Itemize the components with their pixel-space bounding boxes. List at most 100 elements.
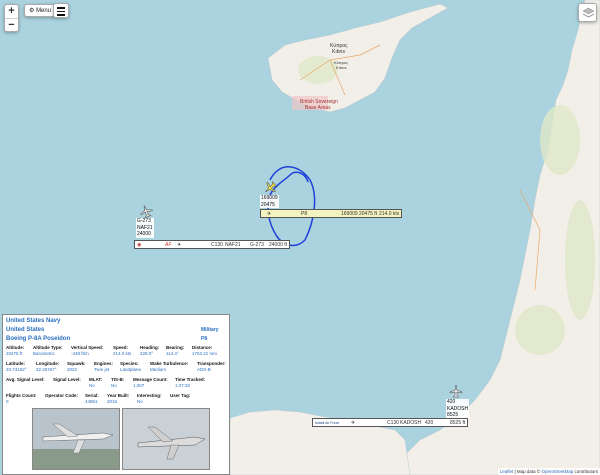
- field-label: Serial:: [85, 393, 99, 398]
- aircraft-photo-image: [33, 409, 119, 469]
- aircraft-model: Boeing P-8A Poseidon: [6, 336, 71, 342]
- label-line: 24000: [137, 231, 151, 237]
- field-value: No: [89, 383, 95, 388]
- field-value: Barometric: [33, 351, 55, 356]
- category-badge: Military: [201, 327, 219, 333]
- label-line: 169009: [261, 195, 278, 201]
- track-strip-g273[interactable]: ◉ AF ✈ C130 NAF21 G-273 24000 ft: [134, 240, 290, 249]
- track-type: C130: [387, 420, 399, 426]
- field-label: Species:: [120, 361, 139, 366]
- field-label: Latitude:: [6, 361, 25, 366]
- menu-button[interactable]: ⚙ Menu: [24, 4, 57, 17]
- track-speed: 214.0 kts: [379, 211, 400, 217]
- label-cyprus-tr: Kıbrıs: [332, 49, 346, 55]
- zoom-control: + −: [4, 4, 19, 32]
- layers-icon: [582, 7, 595, 18]
- field-value: 1,007: [133, 383, 145, 388]
- track-alt: 24000 ft: [269, 242, 288, 248]
- track-strip-p8[interactable]: ✈ P8 169009 20475 ft 214.0 kts: [260, 209, 402, 218]
- field-label: Vertical Speed:: [71, 345, 104, 350]
- field-label: Altitude Type:: [33, 345, 63, 350]
- osm-link[interactable]: OpenStreetMap: [541, 469, 573, 474]
- field-value: Medium: [150, 367, 167, 372]
- field-label: Distance:: [192, 345, 213, 350]
- aircraft-label-p8[interactable]: 169009 20475: [260, 195, 279, 208]
- field-value: -448 ft/m: [71, 351, 89, 356]
- zoom-in-button[interactable]: +: [5, 5, 18, 18]
- track-callsign: KADOSH: [400, 420, 422, 426]
- operator-country: United States: [6, 327, 45, 333]
- field-value: 1:27:32: [175, 383, 191, 388]
- field-label: Avg. Signal Level:: [6, 377, 45, 382]
- label-line: G-273: [137, 218, 151, 224]
- field-label: Squawk:: [67, 361, 86, 366]
- field-label: MLAT:: [89, 377, 103, 382]
- track-type: P8: [301, 211, 308, 217]
- field-value: 1762.21 nmi: [192, 351, 217, 356]
- field-label: Operator Code:: [45, 393, 79, 398]
- plane-silhouette-icon: ✈: [351, 420, 356, 426]
- label-cyprus-city-tr: Kıbrıs: [336, 65, 346, 70]
- track-alt: 8525 ft: [450, 420, 466, 426]
- attribution-contrib: contributors: [573, 469, 598, 474]
- label-line: 20475: [261, 201, 275, 208]
- field-label: Signal Level:: [53, 377, 81, 382]
- field-value: 32.26767°: [36, 367, 57, 372]
- field-value: 2022: [67, 367, 78, 372]
- aircraft-photo-image: [123, 409, 209, 469]
- field-label: Transponder:: [197, 361, 226, 366]
- list-toggle-button[interactable]: [53, 3, 69, 18]
- field-label: Longitude:: [36, 361, 60, 366]
- track-reg: 169009: [341, 211, 358, 217]
- list-icon: [57, 7, 65, 9]
- field-value: 44951: [85, 399, 98, 404]
- field-value: Twin jet: [94, 367, 110, 372]
- attribution-sep: | Map data ©: [513, 469, 542, 474]
- field-label: Flights Count:: [6, 393, 37, 398]
- plane-silhouette-icon: ✈: [267, 211, 272, 217]
- aircraft-photo-1[interactable]: [32, 408, 120, 470]
- map-attribution: Leaflet | Map data © OpenStreetMap contr…: [497, 468, 600, 475]
- track-alt: 20475 ft: [359, 211, 378, 217]
- menu-label: Menu: [36, 8, 52, 14]
- leaflet-link[interactable]: Leaflet: [500, 469, 514, 474]
- field-label: Altitude:: [6, 345, 25, 350]
- track-reg: 420: [425, 420, 434, 426]
- zoom-out-button[interactable]: −: [5, 18, 18, 31]
- field-label: Interesting:: [137, 393, 162, 398]
- field-value: 114.4°: [166, 351, 179, 356]
- track-type: C130: [211, 242, 223, 248]
- field-value: 2016: [107, 399, 118, 404]
- field-label: Engines:: [94, 361, 114, 366]
- label-cyprus: Κύπρος: [330, 42, 348, 49]
- field-label: User Tag:: [170, 393, 191, 398]
- aircraft-label-kadosh[interactable]: 420 KADOSH 8525: [446, 399, 470, 419]
- field-label: Wake Turbulence:: [150, 361, 189, 366]
- field-value: 214.0 kts: [113, 351, 132, 356]
- field-value: Landplane: [120, 367, 142, 372]
- field-value: No: [111, 383, 117, 388]
- plane-silhouette-icon: ✈: [177, 242, 182, 248]
- field-label: Speed:: [113, 345, 129, 350]
- field-value: 229.0°: [140, 351, 154, 356]
- field-label: Heading:: [140, 345, 160, 350]
- field-label: Bearing:: [166, 345, 185, 350]
- field-label: Message Count:: [133, 377, 168, 382]
- gear-icon: ⚙: [29, 8, 35, 14]
- field-label: TIS-B:: [111, 377, 125, 382]
- field-value: 20475 ft: [6, 351, 23, 356]
- track-callsign: NAF21: [225, 242, 241, 248]
- field-value: No: [137, 399, 143, 404]
- label-sovereign-base-2: Base Areas: [305, 105, 331, 111]
- type-code: P8: [201, 336, 208, 342]
- field-value: ADS-B: [197, 367, 211, 372]
- roundel-icon: ◉: [137, 242, 142, 248]
- aircraft-label-g273[interactable]: G-273 NAF21 24000: [136, 218, 154, 238]
- field-value: 33.74162°: [6, 367, 27, 372]
- field-label: Time Tracked:: [175, 377, 206, 382]
- field-label: Year Built:: [107, 393, 130, 398]
- track-strip-kadosh[interactable]: Israeli Air Force ✈ C130 KADOSH 420 8525…: [312, 418, 468, 427]
- layers-button[interactable]: [578, 3, 597, 22]
- field-value: 0: [6, 399, 9, 404]
- aircraft-photo-2[interactable]: [122, 408, 210, 470]
